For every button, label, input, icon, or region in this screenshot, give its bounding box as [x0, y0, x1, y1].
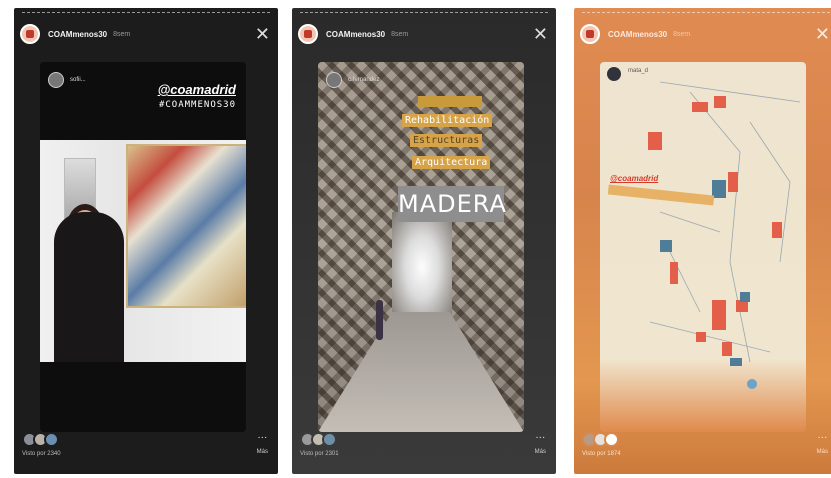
more-button[interactable]: ··· Más: [257, 432, 268, 455]
mention-tag[interactable]: @coamadrid: [610, 174, 658, 183]
shared-post-header: sofii...: [48, 72, 86, 88]
story-content: c.fernandez Intervención Rehabilitación …: [318, 62, 524, 432]
shared-username: mata_d: [628, 68, 649, 74]
story-panel-1[interactable]: COAMmenos30 8sem ✕ sofii... @coamadrid #…: [14, 8, 278, 474]
more-dots-icon: ···: [257, 432, 268, 443]
story-content: sofii... @coamadrid #COAMMENOS30: [40, 62, 246, 432]
more-label: Más: [534, 449, 546, 455]
username[interactable]: COAMmenos30: [48, 30, 107, 39]
more-label: Más: [256, 449, 268, 455]
text-label: Estructuras: [410, 134, 483, 147]
close-icon[interactable]: ✕: [533, 25, 548, 43]
progress-bar: [300, 12, 548, 15]
story-header: COAMmenos30 8sem ✕: [580, 22, 830, 46]
shared-photo: [40, 140, 246, 362]
text-label: Arquitectura: [412, 156, 491, 169]
more-dots-icon: ···: [817, 432, 828, 443]
shared-username: sofii...: [70, 77, 86, 83]
more-button[interactable]: ··· Más: [535, 432, 546, 455]
story-header: COAMmenos30 8sem ✕: [298, 22, 548, 46]
avatar[interactable]: [20, 24, 40, 44]
viewer-avatars[interactable]: [582, 432, 828, 447]
text-label: Rehabilitación: [402, 114, 493, 127]
avatar: [326, 72, 342, 88]
tunnel-light: [392, 212, 452, 322]
view-count[interactable]: Visto por 2340: [22, 451, 268, 457]
walking-person: [376, 300, 383, 340]
progress-bar: [582, 12, 830, 15]
avatar: [48, 72, 64, 88]
viewer-avatars[interactable]: [22, 432, 268, 447]
more-button[interactable]: ··· Más: [817, 432, 828, 455]
avatar[interactable]: [298, 24, 318, 44]
mention-tag[interactable]: @coamadrid: [158, 82, 236, 97]
story-footer: Visto por 2340 ··· Más: [22, 432, 268, 464]
avatar[interactable]: [580, 24, 600, 44]
view-count[interactable]: Visto por 2301: [300, 451, 546, 457]
more-label: Más: [816, 449, 828, 455]
shared-username: c.fernandez: [348, 77, 380, 83]
shared-post-header: c.fernandez: [326, 72, 379, 88]
shared-post-header: mata_d: [622, 68, 648, 74]
progress-bar: [22, 12, 270, 15]
username[interactable]: COAMmenos30: [326, 30, 385, 39]
story-content: mata_d @coamadrid: [600, 62, 806, 432]
story-panel-2[interactable]: COAMmenos30 8sem ✕ c.fernandez Intervenc…: [292, 8, 556, 474]
headline: MADERA: [398, 186, 506, 222]
post-time: 8sem: [673, 30, 691, 38]
story-footer: Visto por 2301 ··· Más: [300, 432, 546, 464]
story-footer: Visto por 1874 ··· Más: [582, 432, 828, 464]
post-time: 8sem: [391, 30, 409, 38]
more-dots-icon: ···: [535, 432, 546, 443]
view-count[interactable]: Visto por 1874: [582, 451, 828, 457]
close-icon[interactable]: ✕: [815, 25, 830, 43]
viewer-avatars[interactable]: [300, 432, 546, 447]
story-panel-3[interactable]: COAMmenos30 8sem ✕ mata_d @coamadrid Vis…: [574, 8, 831, 474]
post-time: 8sem: [113, 30, 131, 38]
close-icon[interactable]: ✕: [255, 25, 270, 43]
map-plan: [607, 67, 801, 389]
text-label: Intervención: [418, 96, 482, 107]
hashtag[interactable]: #COAMMENOS30: [159, 100, 236, 110]
username[interactable]: COAMmenos30: [608, 30, 667, 39]
story-header: COAMmenos30 8sem ✕: [20, 22, 270, 46]
